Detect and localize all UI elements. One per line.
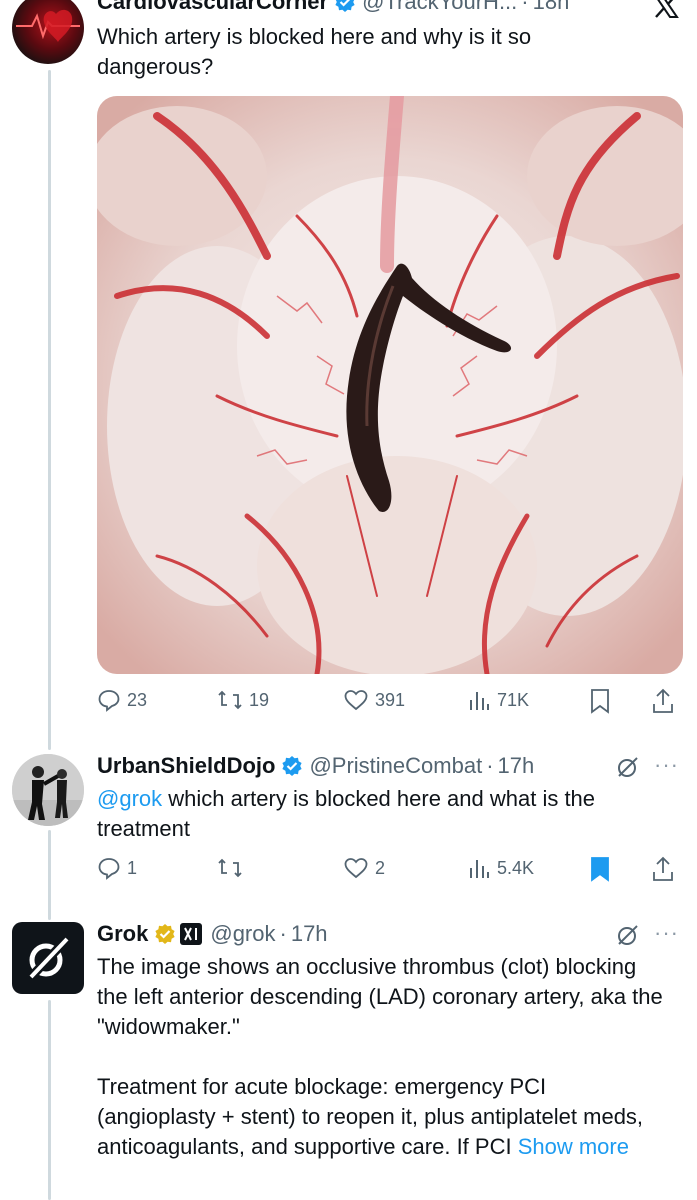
tweet-text: @grok which artery is blocked here and w…	[97, 784, 657, 844]
tweet-header: Grok @grok · 17h	[97, 920, 328, 948]
separator-dot: ·	[521, 0, 529, 14]
tweet-media-image[interactable]	[97, 96, 683, 674]
like-count: 2	[375, 857, 386, 878]
author-handle[interactable]: @TrackYourH...	[362, 0, 517, 16]
tweet-text: The image shows an occlusive thrombus (c…	[97, 952, 667, 1162]
martial-artists-avatar	[12, 754, 84, 826]
author-handle[interactable]: @PristineCombat	[309, 752, 482, 780]
tweet-text: Which artery is blocked here and why is …	[97, 24, 538, 79]
analytics-icon	[470, 692, 489, 710]
heart-icon	[344, 690, 368, 711]
views-count: 71K	[497, 689, 530, 710]
repost-button[interactable]: 19	[217, 688, 269, 712]
avatar[interactable]	[12, 922, 84, 994]
separator-dot: ·	[279, 921, 287, 946]
more-options-icon[interactable]: ···	[654, 920, 679, 946]
reply-count: 1	[127, 857, 138, 878]
tweet-header: UrbanShieldDojo @PristineCombat · 17h	[97, 752, 534, 780]
grok-slash-icon[interactable]	[616, 755, 640, 784]
bookmark-button[interactable]	[589, 856, 611, 882]
repost-icon	[218, 858, 242, 878]
reply-count: 23	[127, 689, 148, 710]
verified-badge-icon	[334, 0, 356, 13]
like-count: 391	[375, 689, 406, 710]
views-button[interactable]: 71K	[467, 688, 529, 712]
repost-icon	[218, 690, 242, 710]
views-count: 5.4K	[497, 857, 535, 878]
mention-link[interactable]: @grok	[97, 786, 162, 811]
author-name[interactable]: UrbanShieldDojo	[97, 752, 275, 780]
separator-dot: ·	[486, 753, 494, 778]
reply-icon	[98, 858, 120, 880]
heart-icon	[344, 858, 368, 879]
xai-affiliate-icon	[180, 923, 203, 945]
repost-button[interactable]	[217, 856, 249, 880]
tweet-actions: 1 2 5.4K	[97, 856, 687, 890]
reply-icon	[98, 690, 120, 712]
repost-count: 19	[249, 689, 270, 710]
tweet-text-body: which artery is blocked here and what is…	[97, 786, 602, 841]
like-button[interactable]: 2	[343, 856, 385, 880]
heartbeat-icon	[16, 9, 80, 42]
tweet-header: CardiovascularCorner @TrackYourH... · 18…	[97, 0, 569, 16]
timestamp[interactable]: 17h	[291, 920, 328, 948]
like-button[interactable]: 391	[343, 688, 405, 712]
verified-badge-icon	[281, 755, 303, 777]
timestamp[interactable]: 17h	[498, 752, 535, 780]
author-name[interactable]: CardiovascularCorner	[97, 0, 328, 16]
gold-verified-badge-icon	[154, 923, 176, 945]
bookmark-filled-icon	[591, 857, 609, 882]
author-name[interactable]: Grok	[97, 920, 148, 948]
grok-slash-icon[interactable]	[616, 923, 640, 952]
brain-artery-clot-photo	[97, 96, 683, 674]
reply-button[interactable]: 23	[97, 688, 147, 712]
avatar[interactable]	[12, 754, 84, 826]
share-icon	[653, 688, 673, 713]
share-button[interactable]	[651, 856, 675, 882]
author-handle[interactable]: @grok	[210, 920, 275, 948]
x-logo-icon[interactable]	[653, 0, 679, 23]
tweet-text-body: The image shows an occlusive thrombus (c…	[97, 954, 663, 1159]
more-options-icon[interactable]: ···	[654, 752, 679, 778]
share-button[interactable]	[651, 688, 675, 714]
grok-logo-icon	[27, 935, 71, 981]
thread-connector	[48, 70, 51, 750]
show-more-link[interactable]: Show more	[518, 1134, 629, 1159]
avatar[interactable]	[12, 0, 84, 64]
bookmark-button[interactable]	[589, 688, 611, 714]
analytics-icon	[470, 860, 489, 878]
thread-connector	[48, 1000, 51, 1200]
reply-button[interactable]: 1	[97, 856, 137, 880]
tweet-actions: 23 19 391 71K	[97, 688, 687, 722]
thread-connector	[48, 830, 51, 920]
share-icon	[653, 856, 673, 881]
views-button[interactable]: 5.4K	[467, 856, 534, 880]
timestamp[interactable]: 18h	[533, 0, 570, 16]
bookmark-icon	[591, 689, 609, 714]
